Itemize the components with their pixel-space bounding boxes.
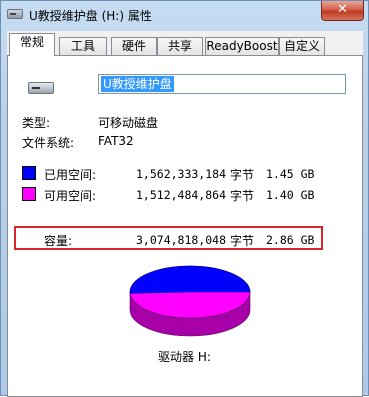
drive-letter-label: 驱动器 H: bbox=[158, 350, 211, 364]
tab-general[interactable]: 常规 bbox=[9, 33, 55, 56]
type-label: 类型: bbox=[22, 116, 51, 130]
filesystem-label: 文件系统: bbox=[22, 136, 75, 150]
tab-readyboost[interactable]: ReadyBoost bbox=[205, 37, 279, 55]
close-button[interactable]: ✕ bbox=[321, 1, 364, 21]
separator bbox=[20, 216, 350, 217]
free-space-size: 1.40 GB bbox=[266, 188, 315, 202]
separator bbox=[20, 156, 350, 157]
pie-used-slice bbox=[129, 265, 251, 294]
used-space-swatch bbox=[22, 166, 36, 180]
tab-hardware[interactable]: 硬件 bbox=[111, 37, 157, 55]
tab-customize[interactable]: 自定义 bbox=[279, 37, 325, 55]
drive-icon bbox=[7, 9, 23, 19]
tab-strip: 常规 工具 硬件 共享 ReadyBoost 自定义 bbox=[7, 31, 363, 56]
disk-usage-pie bbox=[129, 265, 251, 337]
capacity-bytes: 3,074,818,048 bbox=[136, 233, 227, 247]
dialog-content: 常规 工具 硬件 共享 ReadyBoost 自定义 U教授维护盘 类型: 可移… bbox=[7, 31, 363, 397]
free-space-label: 可用空间: bbox=[44, 189, 97, 203]
capacity-unit: 字节 bbox=[230, 234, 255, 248]
tab-sharing[interactable]: 共享 bbox=[157, 37, 203, 55]
used-space-label: 已用空间: bbox=[44, 168, 97, 182]
filesystem-value: FAT32 bbox=[98, 134, 134, 148]
window-title: U教授维护盘 (H:) 属性 bbox=[29, 9, 152, 23]
free-space-bytes: 1,512,484,864 bbox=[136, 188, 227, 202]
capacity-size: 2.86 GB bbox=[266, 233, 315, 247]
general-tab-panel: U教授维护盘 类型: 可移动磁盘 文件系统: FAT32 已用空间: 1,562… bbox=[7, 55, 363, 397]
volume-name-text: U教授维护盘 bbox=[101, 76, 174, 92]
free-space-unit: 字节 bbox=[230, 189, 255, 203]
used-space-bytes: 1,562,333,184 bbox=[136, 167, 227, 181]
used-space-size: 1.45 GB bbox=[266, 167, 315, 181]
removable-drive-icon bbox=[28, 78, 54, 96]
capacity-label: 容量: bbox=[44, 234, 73, 248]
title-bar[interactable]: U教授维护盘 (H:) 属性 ✕ bbox=[1, 1, 368, 29]
volume-name-input[interactable]: U教授维护盘 bbox=[98, 74, 346, 94]
separator bbox=[20, 104, 350, 105]
used-space-unit: 字节 bbox=[230, 168, 255, 182]
tab-tools[interactable]: 工具 bbox=[59, 37, 107, 55]
properties-window: U教授维护盘 (H:) 属性 ✕ 常规 工具 硬件 共享 ReadyBoost … bbox=[0, 0, 369, 397]
type-value: 可移动磁盘 bbox=[98, 116, 159, 130]
free-space-swatch bbox=[22, 187, 36, 201]
